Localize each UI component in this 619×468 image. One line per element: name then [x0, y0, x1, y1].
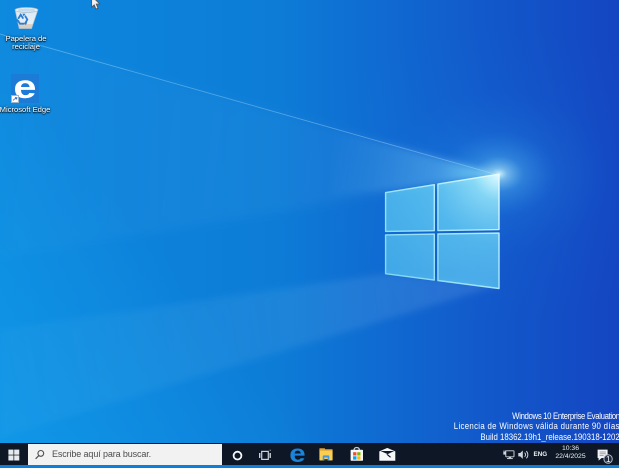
svg-text:1: 1: [606, 455, 611, 464]
